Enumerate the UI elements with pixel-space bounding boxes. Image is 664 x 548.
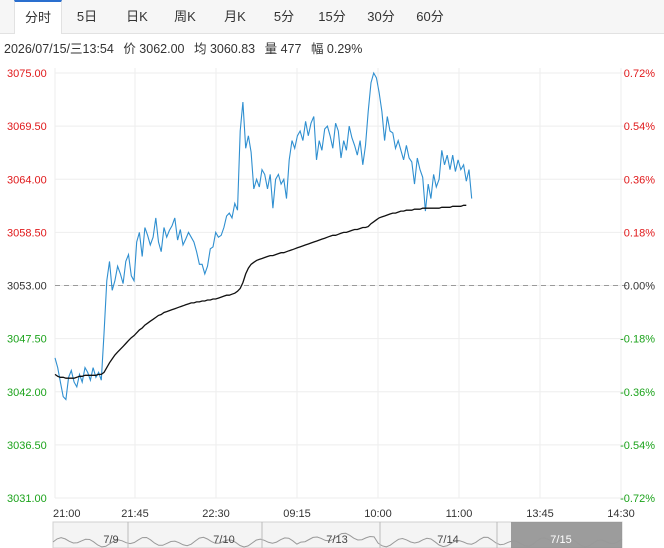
price-tick-label: 3047.50 bbox=[7, 334, 47, 346]
percent-tick-label: 0.36% bbox=[624, 174, 655, 186]
price-line bbox=[54, 71, 473, 401]
price-tick-label: 3069.50 bbox=[7, 121, 47, 133]
time-axis: 21:00 21:45 22:30 09:15 10:00 11:00 13:45 14:30 bbox=[53, 508, 635, 520]
price-tick-label: 3064.00 bbox=[7, 174, 47, 186]
percent-axis: 0.72% 0.54% 0.36% 0.18% 0.00% -0.18% -0.36% -0.… bbox=[620, 68, 655, 505]
time-tick-label: 21:00 bbox=[53, 508, 81, 520]
percent-tick-label: -0.54% bbox=[620, 440, 655, 452]
price-tick-label: 3042.00 bbox=[7, 387, 47, 399]
price-tick-label: 3036.50 bbox=[7, 440, 47, 452]
time-tick-label: 11:00 bbox=[446, 508, 473, 520]
date-navigator: 7/9 7/10 7/13 7/14 7/15 bbox=[52, 521, 623, 548]
average-price-line bbox=[54, 204, 467, 379]
chart-grid bbox=[54, 68, 627, 499]
time-tick-label: 22:30 bbox=[202, 508, 230, 520]
navigator-date-label: 7/13 bbox=[326, 534, 347, 546]
price-tick-label: 3075.00 bbox=[7, 68, 47, 80]
percent-tick-label: 0.18% bbox=[624, 227, 655, 239]
percent-tick-label: 0.00% bbox=[624, 281, 655, 293]
time-tick-label: 14:30 bbox=[607, 508, 635, 520]
price-tick-label: 3031.00 bbox=[7, 493, 47, 505]
time-tick-label: 09:15 bbox=[283, 508, 311, 520]
percent-tick-label: 0.72% bbox=[624, 68, 655, 80]
price-tick-label: 3058.50 bbox=[7, 227, 47, 239]
percent-tick-label: -0.36% bbox=[620, 387, 655, 399]
time-tick-label: 10:00 bbox=[364, 508, 392, 520]
navigator-date-label: 7/10 bbox=[213, 534, 234, 546]
intraday-chart[interactable]: 3075.00 3069.50 3064.00 3058.50 3053.00 3047.… bbox=[0, 0, 664, 548]
navigator-date-label: 7/9 bbox=[103, 534, 118, 546]
percent-tick-label: -0.18% bbox=[620, 334, 655, 346]
percent-tick-label: -0.72% bbox=[620, 493, 655, 505]
time-tick-label: 21:45 bbox=[121, 508, 149, 520]
price-axis: 3075.00 3069.50 3064.00 3058.50 3053.00 3047.… bbox=[7, 68, 47, 505]
price-tick-label: 3053.00 bbox=[7, 281, 47, 293]
time-tick-label: 13:45 bbox=[526, 508, 554, 520]
navigator-date-label: 7/14 bbox=[437, 534, 458, 546]
navigator-date-label: 7/15 bbox=[550, 534, 571, 546]
chart-series bbox=[54, 71, 473, 401]
percent-tick-label: 0.54% bbox=[624, 121, 655, 133]
